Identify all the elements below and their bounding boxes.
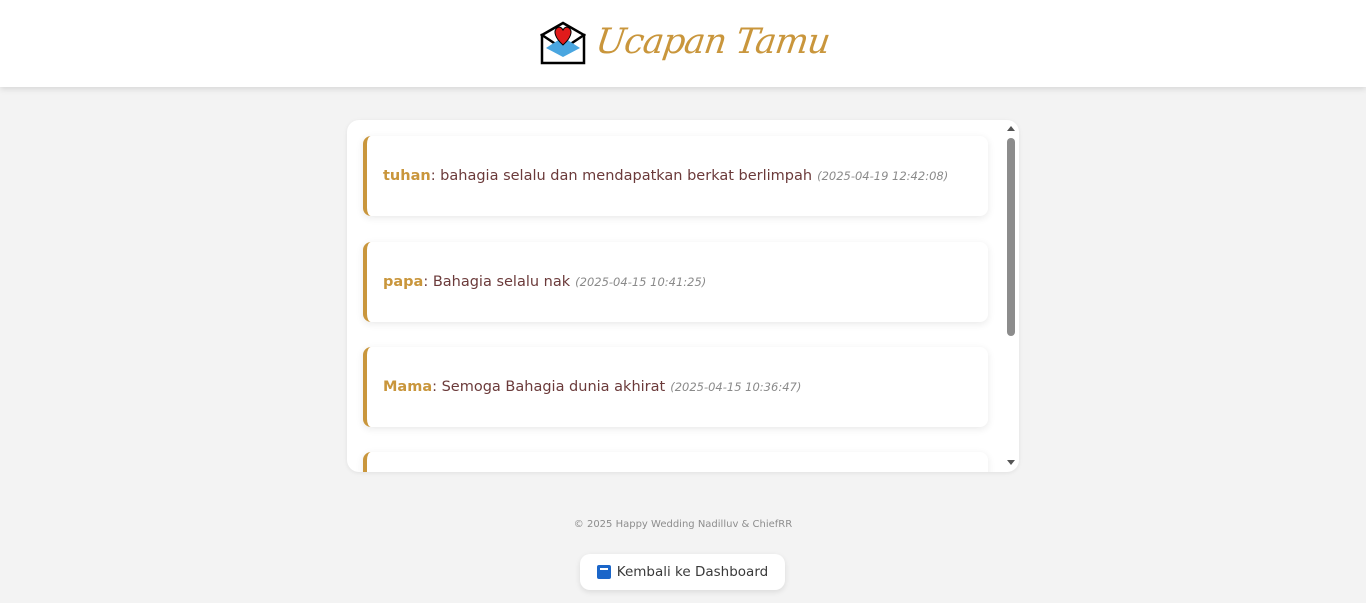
back-to-dashboard-button[interactable]: Kembali ke Dashboard <box>580 554 785 590</box>
page-title: Ucapan Tamu <box>593 22 832 62</box>
envelope-heart-icon <box>539 21 586 64</box>
message-text: : Bahagia selalu nak <box>423 274 571 290</box>
dashboard-button-label: Kembali ke Dashboard <box>616 564 769 580</box>
message-item: papa: Bahagia selalu nak (2025-04-15 10:4… <box>363 242 988 322</box>
message-timestamp: (2025-04-15 10:36:47) <box>670 380 802 394</box>
message-author: Mama <box>383 379 433 395</box>
message-author: tuhan <box>383 168 431 184</box>
message-text: : bahagia selalu dan mendapatkan berkat … <box>430 168 813 184</box>
messages-scrollbar[interactable] <box>1003 120 1019 472</box>
message-author: papa <box>383 274 424 290</box>
message-timestamp: (2025-04-19 12:42:08) <box>817 169 949 183</box>
scroll-down-arrow-icon[interactable] <box>1007 460 1015 465</box>
scrollbar-thumb[interactable] <box>1007 138 1015 336</box>
message-item: tuhan: bahagia selalu dan mendapatkan be… <box>363 136 988 216</box>
message-timestamp: (2025-04-15 10:41:25) <box>575 275 707 289</box>
back-icon <box>596 565 611 579</box>
message-item: Mama: Semoga Bahagia dunia akhirat (2025-… <box>363 347 988 427</box>
messages-list[interactable]: tuhan: bahagia selalu dan mendapatkan be… <box>347 120 1003 472</box>
message-text: : Semoga Bahagia dunia akhirat <box>432 379 666 395</box>
header-brand: Ucapan Tamu <box>539 21 832 67</box>
page-header: Ucapan Tamu <box>0 0 1366 87</box>
scroll-up-arrow-icon[interactable] <box>1007 126 1015 131</box>
footer-copyright: © 2025 Happy Wedding Nadilluv & ChiefRR <box>573 519 793 530</box>
message-item-partial <box>363 452 988 472</box>
messages-panel[interactable]: tuhan: bahagia selalu dan mendapatkan be… <box>347 120 1019 472</box>
